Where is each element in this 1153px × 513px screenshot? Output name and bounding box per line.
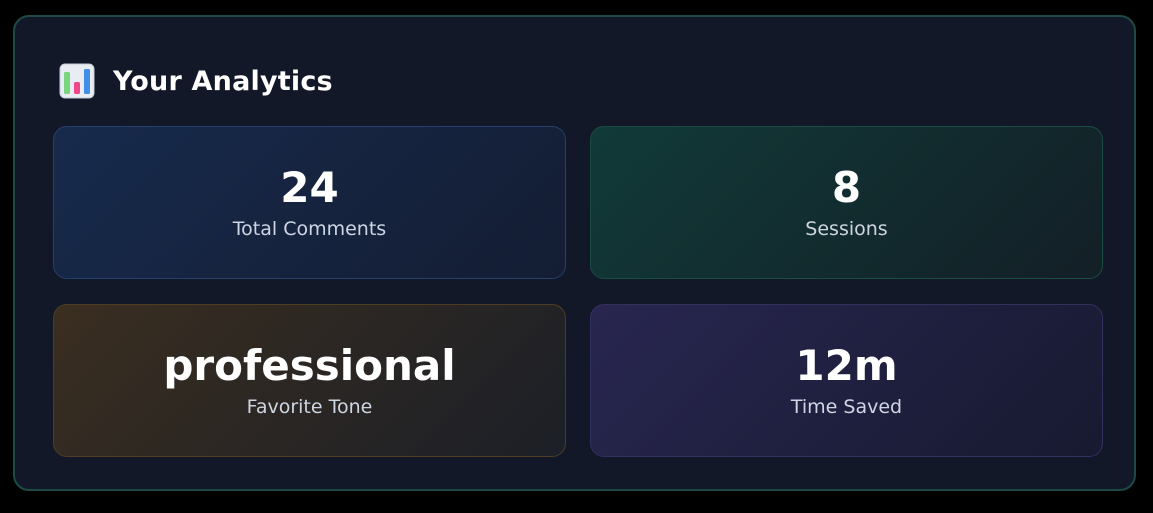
stat-value: professional [163, 341, 456, 391]
stat-card-sessions: 8 Sessions [590, 126, 1103, 279]
panel-header: Your Analytics [59, 61, 333, 101]
panel-title: Your Analytics [113, 65, 333, 97]
stat-card-total-comments: 24 Total Comments [53, 126, 566, 279]
stat-label: Sessions [805, 217, 888, 240]
stat-label: Favorite Tone [246, 395, 373, 418]
stat-label: Total Comments [232, 217, 387, 240]
bar-chart-icon [59, 63, 95, 99]
stat-value: 12m [795, 341, 898, 391]
stat-card-time-saved: 12m Time Saved [590, 304, 1103, 457]
stat-label: Time Saved [790, 395, 903, 418]
stat-card-favorite-tone: professional Favorite Tone [53, 304, 566, 457]
stat-value: 24 [280, 163, 339, 213]
analytics-panel: Your Analytics 24 Total Comments 8 Sessi… [13, 15, 1136, 491]
stat-value: 8 [831, 163, 862, 213]
